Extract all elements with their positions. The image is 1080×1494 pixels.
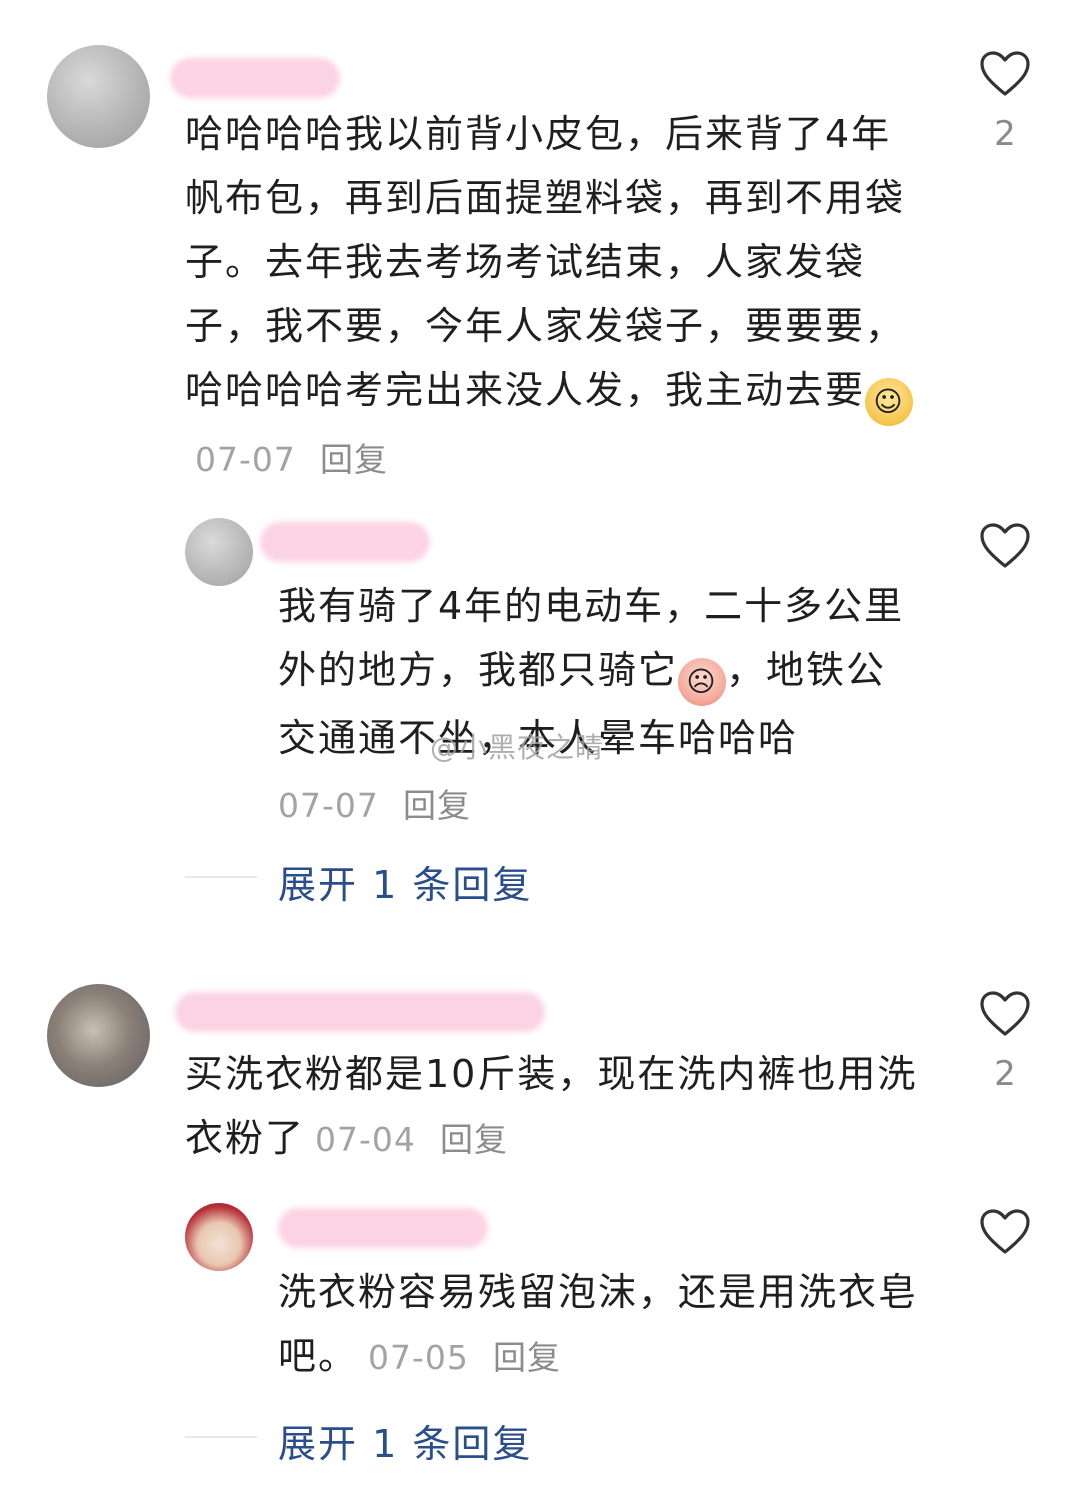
avatar[interactable] <box>185 1203 253 1271</box>
watermark: @小黑夜之睛 <box>430 731 605 764</box>
heart-icon[interactable] <box>979 50 1031 98</box>
expand-replies-button[interactable]: 展开 1 条回复 <box>278 854 532 909</box>
avatar[interactable] <box>47 984 150 1087</box>
comment-text: 买洗衣粉都是10斤装，现在洗内裤也用洗衣粉了 <box>185 1052 918 1160</box>
expand-replies-button[interactable]: 展开 1 条回复 <box>278 1413 532 1468</box>
reply-link[interactable]: 回复 <box>403 786 471 825</box>
username-redacted[interactable] <box>260 522 430 562</box>
divider <box>185 876 257 878</box>
like-count: 2 <box>994 1054 1016 1094</box>
comment-date: 07-04 <box>315 1120 416 1159</box>
reply-link[interactable]: 回复 <box>440 1120 508 1159</box>
crying-face-emoji: ☹ <box>678 658 727 706</box>
comment-date: 07-07 <box>195 440 296 479</box>
username-redacted[interactable] <box>175 992 545 1032</box>
reply-body: 洗衣粉容易残留泡沫，还是用洗衣皂吧。 07-05 回复 <box>278 1260 918 1390</box>
heart-icon[interactable] <box>979 990 1031 1038</box>
username-redacted[interactable] <box>170 58 340 98</box>
lion-face-emoji: ☺ <box>865 378 914 426</box>
avatar[interactable] <box>185 518 253 586</box>
reply-date: 07-05 <box>368 1338 469 1377</box>
reply-link[interactable]: 回复 <box>320 440 388 479</box>
heart-icon[interactable] <box>979 1208 1031 1256</box>
reply-date: 07-07 <box>278 786 379 825</box>
comment-body: 哈哈哈哈我以前背小皮包，后来背了4年帆布包，再到后面提塑料袋，再到不用袋子。去年… <box>185 102 925 492</box>
avatar[interactable] <box>47 45 150 148</box>
reply-body: 我有骑了4年的电动车，二十多公里外的地方，我都只骑它 ☹ ，地铁公交通通不坐，本人晕… <box>278 574 918 838</box>
comment-body: 买洗衣粉都是10斤装，现在洗内裤也用洗衣粉了 07-04 回复 <box>185 1042 925 1172</box>
divider <box>185 1436 257 1438</box>
comment-text: 哈哈哈哈我以前背小皮包，后来背了4年帆布包，再到后面提塑料袋，再到不用袋子。去年… <box>185 112 906 412</box>
heart-icon[interactable] <box>979 522 1031 570</box>
username-redacted[interactable] <box>278 1208 488 1248</box>
reply-link[interactable]: 回复 <box>493 1338 561 1377</box>
like-count: 2 <box>994 114 1016 154</box>
